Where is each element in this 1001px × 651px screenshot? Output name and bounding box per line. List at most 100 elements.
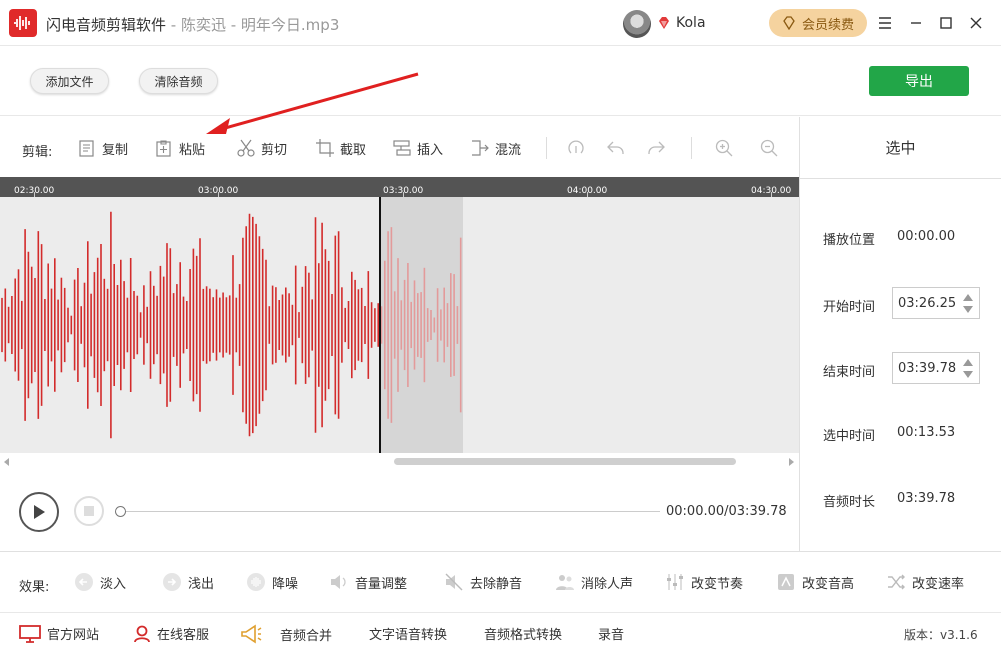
megaphone-icon (241, 624, 262, 644)
remove-silence-label: 去除静音 (470, 576, 523, 592)
progress-track[interactable] (120, 511, 660, 512)
paste-button[interactable]: 粘贴 (154, 137, 205, 159)
timeline-ruler[interactable]: 02:30.00 03:00.00 03:30.00 04:00.00 04:3… (0, 177, 799, 197)
progress-handle[interactable] (115, 506, 126, 517)
close-icon[interactable] (965, 12, 987, 34)
record-link[interactable]: 录音 (598, 624, 624, 643)
cut-label: 剪切 (261, 142, 288, 158)
paste-label: 粘贴 (179, 142, 206, 158)
selected-time-value: 00:13.53 (897, 425, 956, 440)
duration-label: 音频时长 (823, 495, 876, 510)
end-time-value[interactable]: 03:39.78 (898, 361, 956, 376)
change-rate-button[interactable]: 改变速率 (886, 572, 964, 592)
copy-button[interactable]: 复制 (77, 137, 128, 159)
cut-button[interactable]: 剪切 (236, 137, 287, 159)
remove-silence-button[interactable]: 去除静音 (444, 572, 522, 592)
zoom-out-button[interactable] (759, 137, 779, 159)
diamond-icon (659, 17, 669, 29)
change-tempo-button[interactable]: 改变节奏 (665, 572, 743, 592)
maximize-icon[interactable] (935, 12, 957, 34)
scroll-left-icon[interactable] (4, 458, 10, 466)
effects-bar: 效果: 淡入 浅出 降噪 音量调整 去除静音 消除人声 改变节奏 改变音高 改变… (0, 551, 1001, 613)
redo-button[interactable] (646, 137, 666, 159)
volume-adjust-label: 音量调整 (355, 576, 408, 592)
end-time-label: 结束时间 (823, 365, 876, 380)
top-toolbar: 添加文件 清除音频 导出 (0, 46, 1001, 116)
end-time-stepper[interactable]: 03:39.78 (892, 352, 980, 384)
username[interactable]: Kola (676, 15, 706, 31)
insert-button[interactable]: 插入 (392, 137, 443, 159)
vocals-icon (556, 575, 574, 590)
reset-button[interactable] (566, 137, 586, 159)
duration-value: 03:39.78 (897, 491, 956, 506)
mix-button[interactable]: 混流 (470, 137, 521, 159)
format-convert-link[interactable]: 音频格式转换 (484, 624, 562, 643)
insert-icon (393, 140, 411, 156)
stop-button[interactable] (74, 496, 104, 526)
start-time-value[interactable]: 03:26.25 (898, 296, 956, 311)
add-file-button[interactable]: 添加文件 (30, 68, 109, 94)
waveform-canvas[interactable] (0, 197, 799, 453)
scroll-right-icon[interactable] (789, 458, 795, 466)
start-time-label: 开始时间 (823, 300, 876, 315)
footer-bar: 官方网站 在线客服 音频合并 文字语音转换 音频格式转换 录音 版本：v3.1.… (0, 614, 1001, 651)
menu-icon[interactable] (874, 12, 896, 34)
reset-icon (568, 140, 584, 154)
zoom-in-button[interactable] (714, 137, 734, 159)
fade-out-button[interactable]: 浅出 (162, 572, 214, 592)
change-pitch-button[interactable]: 改变音高 (776, 572, 854, 592)
decrement-icon[interactable] (963, 306, 973, 313)
version-label: 版本：v3.1.6 (904, 628, 978, 642)
user-icon (134, 625, 150, 642)
crop-button[interactable]: 截取 (315, 137, 366, 159)
window-title: 闪电音频剪辑软件 - 陈奕迅 - 明年今日.mp3 (46, 14, 339, 35)
undo-button[interactable] (606, 137, 626, 159)
official-website-link[interactable]: 官方网站 (19, 624, 99, 643)
crop-label: 截取 (340, 142, 367, 158)
insert-label: 插入 (417, 142, 444, 158)
remove-vocals-label: 消除人声 (581, 576, 634, 592)
mix-icon (472, 140, 489, 156)
copy-label: 复制 (102, 142, 129, 158)
record-label: 录音 (598, 628, 625, 643)
horizontal-scrollbar[interactable] (0, 455, 799, 469)
denoise-icon (247, 573, 265, 591)
time-readout: 00:00.00/03:39.78 (666, 504, 787, 519)
copy-icon (79, 140, 94, 157)
denoise-button[interactable]: 降噪 (246, 572, 298, 592)
play-button[interactable] (19, 492, 59, 532)
support-label: 在线客服 (157, 628, 210, 643)
fade-out-icon (163, 573, 181, 591)
avatar[interactable] (623, 10, 651, 38)
minimize-icon[interactable] (905, 12, 927, 34)
audio-merge-link[interactable]: 音频合并 (240, 624, 332, 644)
undo-icon (607, 141, 624, 154)
fade-in-icon (75, 573, 93, 591)
start-time-stepper[interactable]: 03:26.25 (892, 287, 980, 319)
volume-adjust-button[interactable]: 音量调整 (329, 572, 407, 592)
edit-label: 剪辑: (22, 145, 53, 160)
tts-link[interactable]: 文字语音转换 (369, 624, 447, 643)
vip-renew-button[interactable]: 会员续费 (769, 9, 867, 37)
app-name: 闪电音频剪辑软件 (46, 16, 167, 34)
monitor-icon (19, 624, 41, 643)
decrement-icon[interactable] (963, 371, 973, 378)
scrollbar-thumb[interactable] (394, 458, 736, 465)
file-name: - 陈奕迅 - 明年今日.mp3 (166, 16, 340, 34)
fade-in-button[interactable]: 淡入 (74, 572, 126, 592)
export-button[interactable]: 导出 (869, 66, 969, 96)
vip-label: 会员续费 (801, 17, 854, 33)
increment-icon[interactable] (963, 359, 973, 366)
app-logo-icon (9, 9, 37, 37)
remove-vocals-button[interactable]: 消除人声 (555, 572, 633, 592)
title-bar: 闪电音频剪辑软件 - 陈奕迅 - 明年今日.mp3 Kola 会员续费 (0, 0, 1001, 46)
scissors-icon (237, 139, 255, 157)
pitch-icon (778, 574, 794, 590)
play-position-value: 00:00.00 (897, 229, 956, 244)
effects-label: 效果: (19, 580, 50, 595)
zoom-out-icon (760, 139, 778, 157)
play-position-label: 播放位置 (823, 233, 876, 248)
online-support-link[interactable]: 在线客服 (133, 624, 209, 643)
selection-panel-header: 选中 (800, 117, 1001, 179)
increment-icon[interactable] (963, 294, 973, 301)
